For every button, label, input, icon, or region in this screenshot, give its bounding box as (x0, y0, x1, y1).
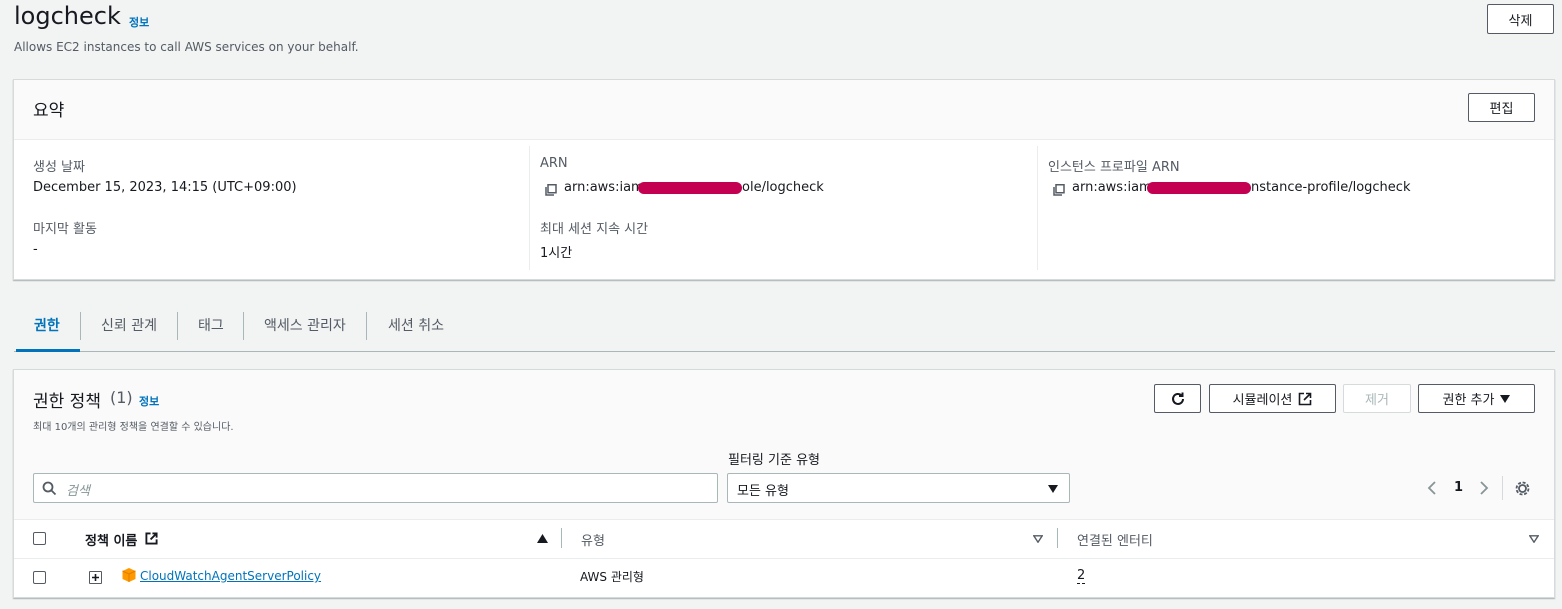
refresh-button[interactable] (1154, 384, 1201, 413)
tab-revoke-sessions[interactable]: 세션 취소 (388, 315, 444, 335)
instance-profile-label: 인스턴스 프로파일 ARN (1048, 160, 1180, 175)
table-header-divider (14, 519, 1554, 520)
policy-name-link[interactable]: CloudWatchAgentServerPolicy (140, 569, 321, 583)
tab-tags[interactable]: 태그 (198, 315, 224, 335)
filter-type-value: 모든 유형 (737, 484, 789, 499)
policies-count: (1) (110, 388, 133, 407)
sort-unsorted-icon[interactable] (1033, 535, 1043, 543)
settings-gear-icon[interactable] (1514, 480, 1531, 497)
copy-icon[interactable] (545, 181, 557, 196)
column-header-name[interactable]: 정책 이름 (85, 530, 137, 549)
summary-header (14, 80, 1554, 140)
column-header-type[interactable]: 유형 (581, 530, 605, 549)
last-activity-label: 마지막 활동 (33, 222, 97, 237)
search-placeholder: 검색 (66, 484, 90, 499)
instance-profile-redaction (1147, 182, 1251, 194)
arn-label: ARN (540, 156, 568, 171)
simulate-label: 시뮬레이션 (1232, 393, 1293, 408)
tabs-baseline (14, 351, 1555, 352)
row-checkbox[interactable] (33, 571, 46, 584)
external-link-icon (1298, 392, 1312, 406)
pagination-page[interactable]: 1 (1454, 480, 1463, 495)
remove-button[interactable]: 제거 (1343, 384, 1411, 413)
tab-trust-relationships[interactable]: 신뢰 관계 (101, 315, 157, 335)
attached-entities-count[interactable]: 2 (1077, 568, 1086, 584)
instance-profile-prefix: arn:aws:iam: (1072, 180, 1157, 195)
expand-row-icon[interactable] (89, 571, 102, 584)
page-info-link[interactable]: 정보 (129, 14, 149, 30)
page-description: Allows EC2 instances to call AWS service… (14, 40, 359, 54)
aws-managed-policy-icon (121, 567, 137, 583)
page-title: logcheck (14, 2, 121, 30)
sort-unsorted-icon[interactable] (1529, 535, 1539, 543)
column-separator (561, 528, 562, 548)
policies-title: 권한 정책 (33, 392, 101, 412)
arn-prefix: arn:aws:iam: (564, 180, 649, 195)
select-all-checkbox[interactable] (33, 532, 46, 545)
policy-type: AWS 관리형 (580, 570, 644, 584)
caret-down-icon (1048, 485, 1058, 493)
table-row[interactable]: CloudWatchAgentServerPolicy AWS 관리형 2 (14, 559, 1554, 597)
filter-type-select[interactable]: 모든 유형 (727, 473, 1070, 503)
summary-divider-2 (1037, 146, 1038, 270)
add-permissions-button[interactable]: 권한 추가 (1418, 384, 1535, 413)
pagination-prev-icon[interactable] (1427, 481, 1437, 495)
sort-ascending-icon[interactable] (537, 534, 548, 543)
summary-divider-1 (529, 146, 530, 270)
column-header-entities[interactable]: 연결된 엔터티 (1077, 530, 1153, 549)
instance-profile-suffix: nstance-profile/logcheck (1251, 180, 1411, 195)
search-input[interactable]: 검색 (33, 473, 718, 503)
external-link-icon (145, 532, 158, 545)
arn-redaction (638, 182, 742, 194)
pagination-divider (1502, 476, 1503, 500)
created-label: 생성 날짜 (33, 160, 85, 175)
search-icon (42, 481, 57, 496)
copy-icon[interactable] (1053, 181, 1065, 196)
arn-suffix: ole/logcheck (742, 180, 824, 195)
tab-access-advisor[interactable]: 액세스 관리자 (264, 315, 346, 335)
refresh-icon (1170, 391, 1186, 407)
edit-button[interactable]: 편집 (1468, 93, 1535, 122)
policies-info-link[interactable]: 정보 (139, 393, 159, 409)
summary-title: 요약 (33, 101, 65, 121)
last-activity-value: - (33, 242, 38, 257)
tab-separator (366, 312, 367, 340)
pagination-next-icon[interactable] (1479, 481, 1489, 495)
created-value: December 15, 2023, 14:15 (UTC+09:00) (33, 180, 297, 195)
tab-separator (177, 312, 178, 340)
simulate-button[interactable]: 시뮬레이션 (1209, 384, 1336, 413)
column-separator (1057, 528, 1058, 548)
max-session-value: 1시간 (540, 246, 573, 261)
caret-down-icon (1500, 394, 1511, 403)
policies-subtitle: 최대 10개의 관리형 정책을 연결할 수 있습니다. (33, 422, 234, 433)
tab-permissions[interactable]: 권한 (34, 315, 60, 335)
delete-button[interactable]: 삭제 (1487, 4, 1554, 34)
add-permissions-label: 권한 추가 (1442, 393, 1495, 408)
active-tab-indicator (16, 349, 80, 352)
tab-separator (80, 312, 81, 340)
filter-type-label: 필터링 기준 유형 (728, 453, 820, 468)
max-session-label: 최대 세션 지속 시간 (540, 222, 649, 237)
tab-separator (243, 312, 244, 340)
